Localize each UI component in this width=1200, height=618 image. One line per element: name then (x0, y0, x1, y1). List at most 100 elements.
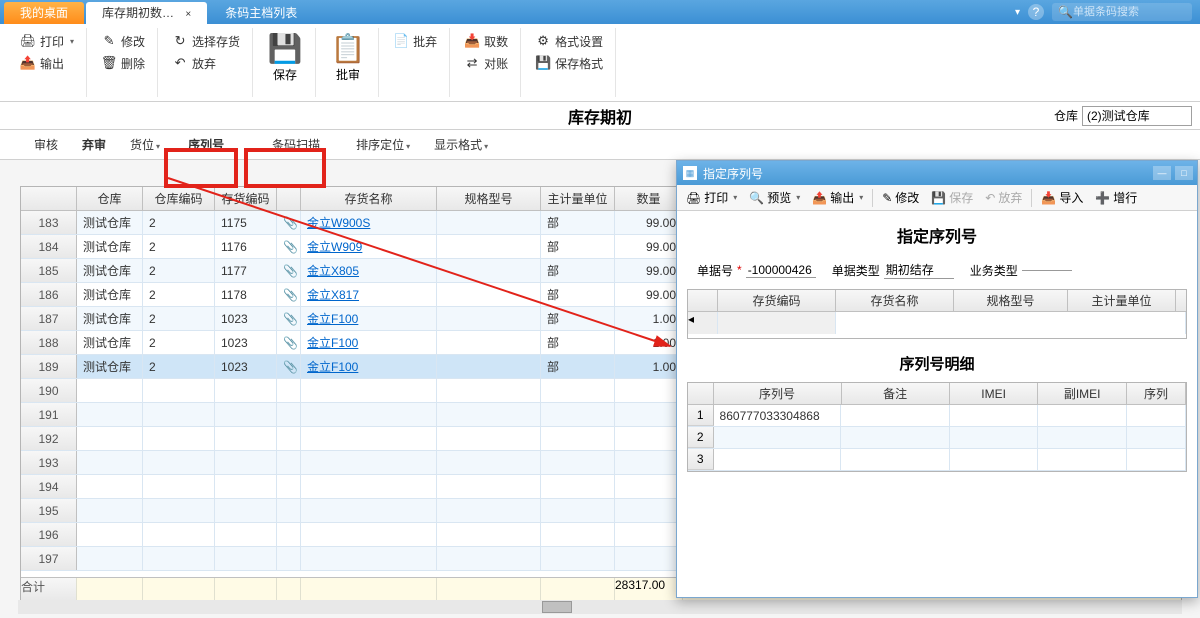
save-format-button[interactable]: 💾保存格式 (531, 52, 607, 74)
page-title: 库存期初 (568, 104, 632, 128)
paperclip-icon: 📎 (283, 264, 298, 278)
stamp-icon: 📋 (332, 32, 364, 64)
save-button[interactable]: 💾保存 (263, 30, 307, 85)
goods-link[interactable]: 金立W900S (307, 214, 370, 231)
col-unit[interactable]: 主计量单位 (541, 187, 615, 210)
col-qty[interactable]: 数量 (615, 187, 683, 210)
col-unit[interactable]: 主计量单位 (1068, 290, 1176, 311)
dialog-titlebar[interactable]: ▦ 指定序列号 — □ (677, 161, 1197, 185)
col-imei[interactable]: IMEI (950, 383, 1039, 404)
docno-value: -100000426 (746, 263, 816, 278)
dlg-print-button[interactable]: 🖨打印▾ (681, 187, 742, 208)
goods-link[interactable]: 金立X817 (307, 286, 359, 303)
dlg-import-button[interactable]: 📥导入 (1036, 187, 1088, 208)
delete-button[interactable]: 🗑删除 (97, 52, 149, 74)
abandon-audit-button[interactable]: 弃审 (72, 132, 116, 157)
minimize-button[interactable]: — (1153, 166, 1171, 180)
approve-button[interactable]: 📋批审 (326, 30, 370, 85)
scrollbar-thumb[interactable] (542, 601, 572, 613)
serial-button[interactable]: 序列号 (178, 132, 234, 157)
goods-link[interactable]: 金立F100 (307, 334, 358, 351)
col-note[interactable]: 备注 (842, 383, 950, 404)
tab-inventory-label: 库存期初数… (102, 6, 174, 20)
print-button[interactable]: 🖨打印▾ (16, 30, 78, 52)
goods-link[interactable]: 金立F100 (307, 358, 358, 375)
discard-button[interactable]: ↶放弃 (168, 52, 244, 74)
col-warehouse[interactable]: 仓库 (77, 187, 143, 210)
printer-icon: 🖨 (686, 191, 701, 205)
col-subimei[interactable]: 副IMEI (1038, 383, 1127, 404)
dialog-grid-serial: 序列号 备注 IMEI 副IMEI 序列 186077703330486823 (687, 382, 1187, 472)
pencil-icon: ✎ (882, 191, 892, 205)
serial-row[interactable]: 2 (688, 427, 1186, 449)
goods-link[interactable]: 金立F100 (307, 310, 358, 327)
dlg-preview-button[interactable]: 🔍预览▾ (744, 187, 805, 208)
serial-row[interactable]: 3 (688, 449, 1186, 471)
goods-link[interactable]: 金立X805 (307, 262, 359, 279)
col-serial2[interactable]: 序列 (1127, 383, 1186, 404)
batch-discard-button[interactable]: 📄批弃 (389, 30, 441, 52)
dlg-modify-button[interactable]: ✎修改 (877, 187, 924, 208)
warehouse-input[interactable] (1082, 106, 1192, 126)
page-title-bar: 库存期初 仓库 (0, 102, 1200, 130)
dlg-addrow-button[interactable]: ➕增行 (1090, 187, 1142, 208)
app-tabbar: 我的桌面 库存期初数… × 条码主档列表 ▾ ? 🔍 (0, 0, 1200, 24)
col-whcode[interactable]: 仓库编码 (143, 187, 215, 210)
delete-icon: 🗑 (101, 55, 117, 71)
paperclip-icon: 📎 (283, 288, 298, 302)
tab-desktop[interactable]: 我的桌面 (4, 2, 84, 24)
scan-button[interactable]: 条码扫描 (262, 132, 330, 157)
serial-row[interactable]: 1860777033304868 (688, 405, 1186, 427)
dialog-icon: ▦ (683, 166, 697, 180)
dlg-discard-button[interactable]: ↶放弃 (980, 187, 1027, 208)
dropdown-icon[interactable]: ▾ (1015, 7, 1020, 18)
sub-toolbar: 审核 弃审 货位▾ 序列号 条码扫描 排序定位▾ 显示格式▾ (0, 130, 1200, 160)
help-icon[interactable]: ? (1028, 4, 1044, 20)
format-button[interactable]: ⚙格式设置 (531, 30, 607, 52)
reconcile-button[interactable]: ⇄对账 (460, 52, 512, 74)
save-format-icon: 💾 (535, 55, 551, 71)
pencil-icon: ✎ (101, 33, 117, 49)
horizontal-scrollbar[interactable] (18, 600, 1182, 614)
dlg-save-button[interactable]: 💾保存 (926, 187, 978, 208)
col-name[interactable]: 存货名称 (836, 290, 954, 311)
search-box[interactable]: 🔍 (1052, 3, 1192, 21)
col-spec[interactable]: 规格型号 (437, 187, 541, 210)
dialog-toolbar: 🖨打印▾ 🔍预览▾ 📤输出▾ ✎修改 💾保存 ↶放弃 📥导入 ➕增行 (677, 185, 1197, 211)
display-format-button[interactable]: 显示格式▾ (424, 132, 498, 157)
sort-button[interactable]: 排序定位▾ (346, 132, 420, 157)
batch-icon: 📄 (393, 33, 409, 49)
select-goods-button[interactable]: ↻选择存货 (168, 30, 244, 52)
col-goodscode[interactable]: 存货编码 (215, 187, 277, 210)
save-icon: 💾 (931, 191, 946, 205)
biz-value (1022, 270, 1072, 271)
output-button[interactable]: 📤输出 (16, 52, 78, 74)
ribbon-toolbar: 🖨打印▾ 📤输出 ✎修改 🗑删除 ↻选择存货 ↶放弃 💾保存 📋批审 📄批弃 📥… (0, 24, 1200, 102)
col-goodsname[interactable]: 存货名称 (301, 187, 437, 210)
discard-icon: ↶ (172, 55, 188, 71)
serial-cell[interactable] (714, 449, 842, 470)
dlg-output-button[interactable]: 📤输出▾ (807, 187, 868, 208)
footer-total: 28317.00 (615, 578, 683, 601)
tab-barcode[interactable]: 条码主档列表 (209, 2, 313, 24)
search-input[interactable] (1073, 6, 1186, 18)
col-serial[interactable]: 序列号 (714, 383, 842, 404)
location-button[interactable]: 货位▾ (120, 132, 170, 157)
modify-button[interactable]: ✎修改 (97, 30, 149, 52)
col-rownum[interactable] (21, 187, 77, 210)
footer-label: 合计 (21, 578, 77, 601)
col-code[interactable]: 存货编码 (718, 290, 836, 311)
serial-cell[interactable] (714, 427, 842, 448)
import-icon: 📥 (1041, 191, 1056, 205)
dialog-grid-goods: 存货编码 存货名称 规格型号 主计量单位 ◂ (687, 289, 1187, 339)
goods-link[interactable]: 金立W909 (307, 238, 362, 255)
tab-inventory[interactable]: 库存期初数… × (86, 2, 207, 24)
maximize-button[interactable]: □ (1175, 166, 1193, 180)
audit-button[interactable]: 审核 (24, 132, 68, 157)
col-spec[interactable]: 规格型号 (954, 290, 1068, 311)
dialog-heading: 指定序列号 (677, 211, 1197, 257)
col-clip[interactable] (277, 187, 301, 210)
tab-close-icon[interactable]: × (185, 9, 191, 20)
fetch-button[interactable]: 📥取数 (460, 30, 512, 52)
serial-cell[interactable]: 860777033304868 (714, 405, 842, 426)
